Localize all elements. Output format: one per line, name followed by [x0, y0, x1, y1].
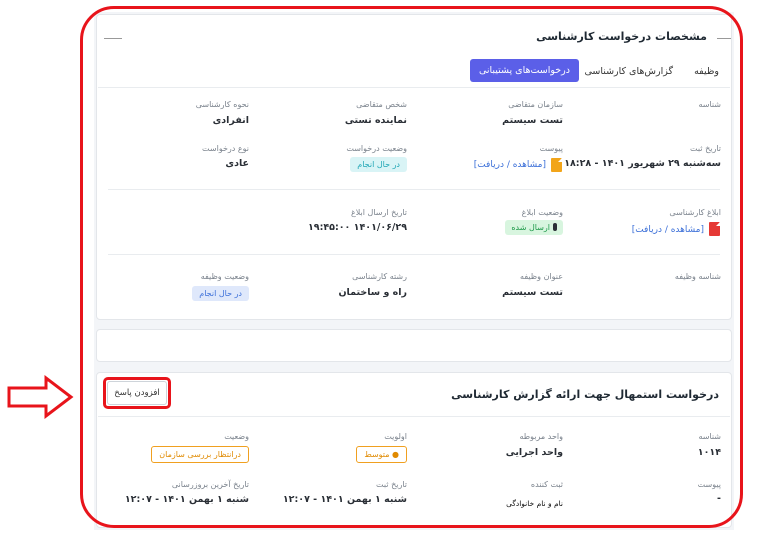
extension-request-title: درخواست استمهال جهت ارائه گزارش کارشناسی — [451, 388, 719, 401]
notice-date-value: ۱۴۰۱/۰۶/۲۹ ۱۹:۴۵:۰۰ — [307, 222, 407, 233]
task-title-label: عنوان وظیفه — [520, 272, 563, 281]
unit-label: واحد مربوطه — [519, 432, 564, 441]
ext-reg-date-value: شنبه ۱ بهمن ۱۴۰۱ - ۱۲:۰۷ — [282, 494, 407, 505]
registrar-value: نام و نام خانوادگی — [506, 499, 563, 508]
add-reply-button[interactable]: افزودن پاسخ — [107, 381, 167, 405]
add-reply-label: افزودن پاسخ — [114, 388, 160, 398]
ext-attachment-value: - — [717, 493, 721, 504]
applicant-label: شخص متقاضی — [356, 100, 407, 109]
title-divider — [717, 38, 731, 39]
unit-value: واحد اجرایی — [505, 447, 563, 458]
last-update-value: شنبه ۱ بهمن ۱۴۰۱ - ۱۲:۰۷ — [124, 494, 249, 505]
org-value: تست سیستم — [502, 115, 563, 126]
applicant-value: نماینده تستی — [344, 115, 407, 126]
task-id-label: شناسه وظیفه — [674, 272, 721, 281]
org-label: سازمان متقاضی — [508, 100, 563, 109]
expert-field-value: راه و ساختمان — [338, 287, 407, 298]
tabs-divider — [98, 87, 730, 88]
last-update-label: تاریخ آخرین بروزرسانی — [171, 480, 249, 489]
task-title-value: تست سیستم — [502, 287, 563, 298]
request-type-label: نوع درخواست — [202, 144, 249, 153]
reg-date-value: سه‌شنبه ۲۹ شهریور ۱۴۰۱ - ۱۸:۲۸ — [564, 158, 721, 169]
request-status-badge: در حال انجام — [350, 157, 407, 172]
ext-attachment-label: پیوست — [697, 480, 721, 489]
ext-id-value: ۱۰۱۴ — [697, 447, 721, 458]
ext-status-label: وضعیت — [224, 432, 249, 441]
notice-status-label: وضعیت ابلاغ — [521, 208, 563, 217]
method-label: نحوه کارشناسی — [195, 100, 249, 109]
expert-field-label: رشته کارشناسی — [352, 272, 407, 281]
row-divider-2 — [108, 254, 720, 255]
request-details-title: مشخصات درخواست کارشناسی — [536, 30, 707, 43]
extension-divider — [98, 416, 730, 417]
empty-card — [96, 329, 732, 362]
task-status-label: وضعیت وظیفه — [200, 272, 249, 281]
pdf-file-icon — [709, 222, 720, 236]
priority-label: اولویت — [384, 432, 407, 441]
tab-task[interactable]: وظیفه — [694, 66, 719, 77]
ext-reg-date-label: تاریخ ثبت — [376, 480, 407, 489]
tab-expert-reports[interactable]: گزارش‌های کارشناسی — [584, 66, 673, 77]
tab-support-requests[interactable]: درخواست‌های پشتیبانی — [469, 59, 579, 82]
reg-date-label: تاریخ ثبت — [690, 144, 721, 153]
notice-date-label: تاریخ ارسال ابلاغ — [350, 208, 407, 217]
attachment-link[interactable]: [مشاهده / دریافت] — [474, 160, 546, 170]
request-type-value: عادی — [225, 158, 249, 169]
method-value: انفرادی — [212, 115, 249, 126]
notice-label: ابلاغ کارشناسی — [669, 208, 721, 217]
registrar-label: ثبت کننده — [530, 480, 563, 489]
red-arrow-icon — [7, 375, 74, 419]
tabs-bar: وظیفه گزارش‌های کارشناسی درخواست‌های پشت… — [469, 59, 731, 85]
task-status-badge: در حال انجام — [192, 286, 249, 301]
id-label: شناسه — [698, 100, 721, 109]
priority-badge: ● متوسط — [356, 446, 407, 463]
ext-status-badge: درانتظار بررسی سازمان — [151, 446, 249, 463]
bell-icon — [553, 223, 557, 231]
notice-status-text: ارسال شده — [511, 223, 550, 232]
ext-id-label: شناسه — [698, 432, 721, 441]
jpg-file-icon — [551, 158, 562, 172]
title-divider-left — [104, 38, 122, 39]
row-divider — [108, 189, 720, 190]
attachment-label: پیوست — [539, 144, 563, 153]
notice-link[interactable]: [مشاهده / دریافت] — [632, 225, 704, 235]
notice-status-badge: ارسال شده — [505, 220, 563, 235]
request-status-label: وضعیت درخواست — [346, 144, 407, 153]
